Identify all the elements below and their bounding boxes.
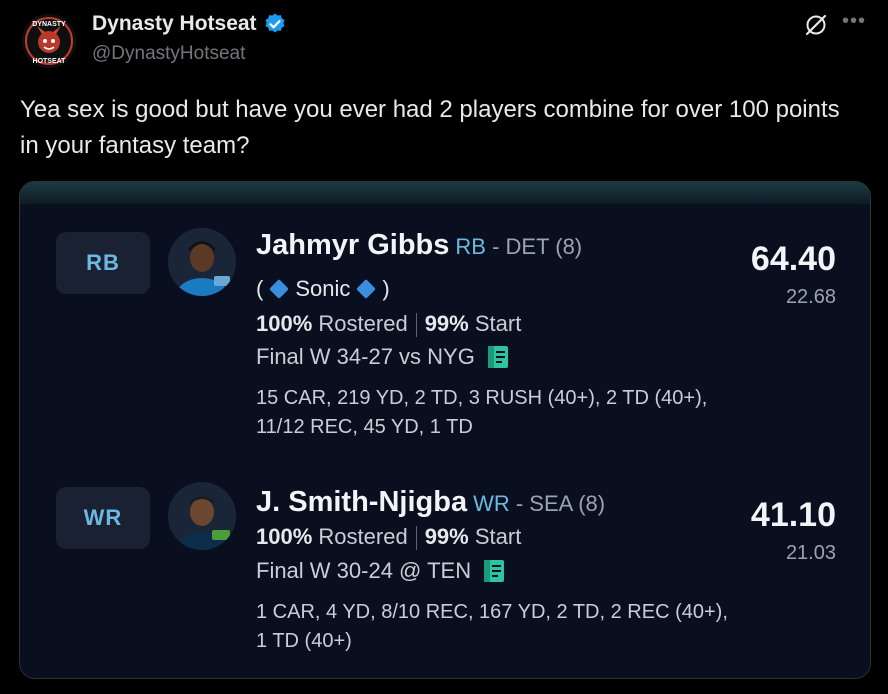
position-badge: WR (56, 487, 150, 549)
author-avatar[interactable]: DYNASTY HOTSEAT (22, 14, 76, 68)
projected-points: 22.68 (785, 286, 836, 308)
dynasty-hotseat-logo: DYNASTY HOTSEAT (22, 14, 76, 68)
diamond-icon (269, 279, 290, 299)
game-result-text: Final W 30-24 @ TEN (256, 558, 472, 583)
divider (415, 526, 417, 551)
start-pct: 99% (424, 311, 469, 336)
player-nickname: ( Sonic ) (256, 276, 390, 302)
verified-badge-icon (265, 13, 285, 33)
more-icon[interactable]: ••• (842, 10, 866, 33)
projected-points: 21.03 (785, 542, 836, 564)
player-name[interactable]: Jahmyr Gibbs RB - DET (8) (256, 229, 582, 262)
stat-line-2: 1 TD (40+) (256, 630, 352, 652)
nickname-open-paren: ( (256, 276, 264, 301)
rostered-label: Rostered (318, 311, 408, 336)
fantasy-players-panel: RB Jahmyr Gibbs RB - DET (8) ( Sonic ) 1… (20, 204, 870, 678)
svg-text:DYNASTY: DYNASTY (32, 21, 66, 28)
tweet-media-card[interactable]: RB Jahmyr Gibbs RB - DET (8) ( Sonic ) 1… (19, 181, 871, 679)
card-top-bar (20, 182, 870, 204)
player-headshot-image (168, 228, 236, 296)
divider (415, 313, 417, 338)
grok-icon[interactable] (803, 12, 829, 38)
fantasy-points: 64.40 (750, 240, 836, 278)
player-position: RB (455, 234, 486, 259)
author-handle[interactable]: @DynastyHotseat (92, 43, 245, 65)
player-meta: WR - SEA (8) (473, 491, 605, 516)
diamond-icon (356, 279, 377, 299)
rostered-pct: 100% (256, 311, 313, 336)
player-name-text[interactable]: Jahmyr Gibbs (256, 229, 449, 261)
player-stat-line: 15 CAR, 219 YD, 2 TD, 3 RUSH (40+), 2 TD… (256, 384, 776, 442)
notes-icon[interactable] (481, 558, 507, 584)
roster-stats: 100% Rostered 99% Start (256, 524, 522, 551)
player-team-info: - DET (8) (492, 234, 583, 259)
nickname-text: Sonic (295, 276, 351, 301)
player-name-text[interactable]: J. Smith-Njigba (256, 486, 467, 518)
start-label: Start (474, 524, 522, 549)
player-meta: RB - DET (8) (455, 234, 582, 259)
stat-line-1: 1 CAR, 4 YD, 8/10 REC, 167 YD, 2 TD, 2 R… (256, 601, 728, 623)
player-team-info: - SEA (8) (515, 491, 606, 516)
game-result: Final W 34-27 vs NYG (256, 344, 511, 370)
svg-text:HOTSEAT: HOTSEAT (33, 58, 67, 65)
rostered-label: Rostered (318, 524, 408, 549)
game-result-text: Final W 34-27 vs NYG (256, 344, 475, 369)
player-headshot-image (168, 482, 236, 550)
tweet-text: Yea sex is good but have you ever had 2 … (20, 96, 840, 159)
position-badge: RB (56, 232, 150, 294)
author-display-name[interactable]: Dynasty Hotseat (92, 12, 257, 36)
roster-stats: 100% Rostered 99% Start (256, 311, 522, 338)
author-name[interactable]: Dynasty Hotseat (92, 12, 287, 36)
player-stat-line: 1 CAR, 4 YD, 8/10 REC, 167 YD, 2 TD, 2 R… (256, 598, 796, 656)
nickname-close-paren: ) (382, 276, 390, 301)
rostered-pct: 100% (256, 524, 313, 549)
player-headshot (168, 228, 236, 296)
start-pct: 99% (424, 524, 469, 549)
stat-line-1: 15 CAR, 219 YD, 2 TD, 3 RUSH (40+), 2 TD… (256, 387, 708, 409)
player-name[interactable]: J. Smith-Njigba WR - SEA (8) (256, 486, 605, 519)
start-label: Start (474, 311, 522, 336)
stat-line-2: 11/12 REC, 45 YD, 1 TD (256, 416, 473, 438)
player-position: WR (473, 491, 510, 516)
player-headshot (168, 482, 236, 550)
game-result: Final W 30-24 @ TEN (256, 558, 507, 584)
fantasy-points: 41.10 (750, 496, 836, 534)
notes-icon[interactable] (485, 344, 511, 370)
